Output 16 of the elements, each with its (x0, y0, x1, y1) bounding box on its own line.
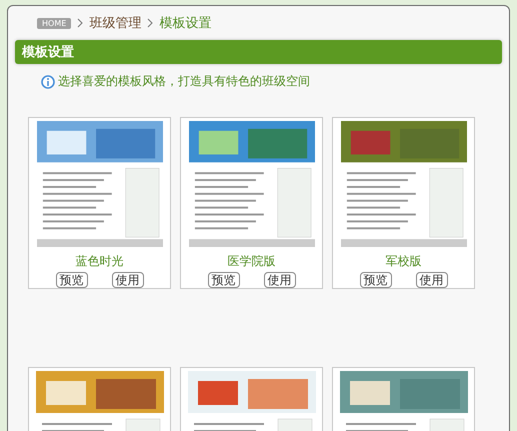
template-name: 军校版 (386, 253, 422, 270)
use-button[interactable]: 使用 (416, 272, 448, 288)
preview-button[interactable]: 预览 (208, 272, 240, 288)
breadcrumb-current: 模板设置 (159, 15, 212, 32)
use-button[interactable]: 使用 (112, 272, 144, 288)
template-name: 蓝色时光 (76, 253, 124, 270)
info-icon (41, 74, 55, 88)
template-name: 医学院版 (228, 253, 276, 270)
chevron-icon (147, 18, 154, 28)
hint-text: 选择喜爱的模板风格，打造具有特色的班级空间 (58, 73, 310, 90)
preview-button[interactable]: 预览 (56, 272, 88, 288)
breadcrumb-link[interactable]: 班级管理 (89, 14, 142, 32)
chevron-icon (77, 18, 84, 28)
section-title: 模板设置 (22, 44, 74, 61)
use-button[interactable]: 使用 (264, 272, 296, 288)
preview-button[interactable]: 预览 (360, 272, 392, 288)
